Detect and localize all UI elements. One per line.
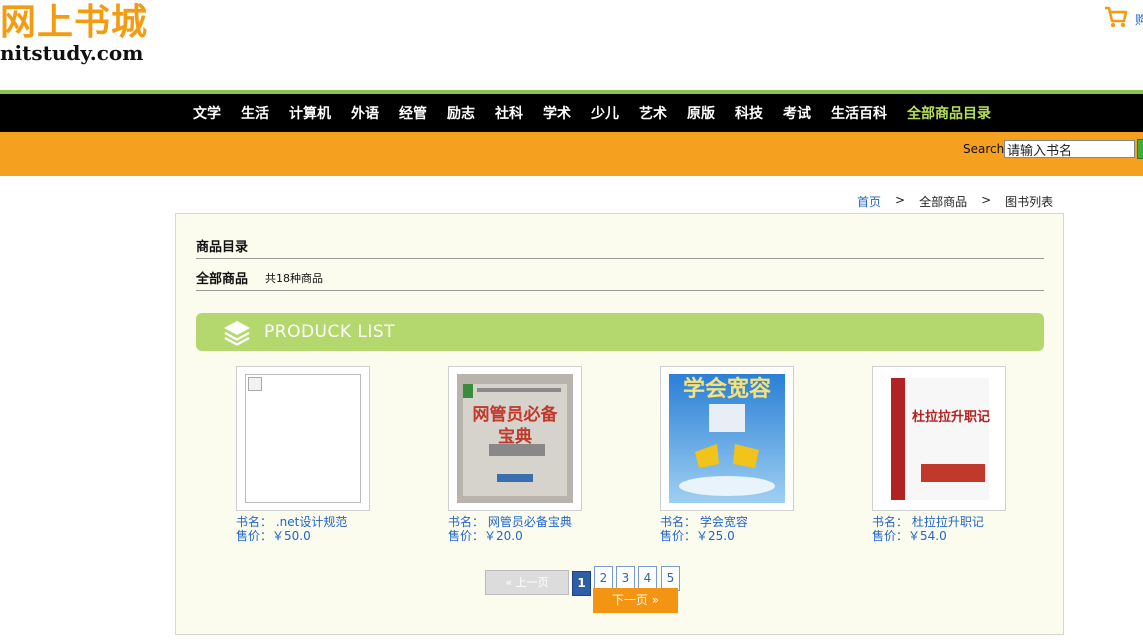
nav-item-technology[interactable]: 科技 [725, 103, 773, 123]
nav-item-all-catalog[interactable]: 全部商品目录 [897, 103, 1001, 123]
goods-count: 共18种商品 [265, 272, 323, 285]
nav-item-life[interactable]: 生活 [231, 103, 279, 123]
shopping-cart-icon [1105, 6, 1128, 28]
nav-item-computer[interactable]: 计算机 [279, 103, 341, 123]
product-panel: 商品目录 全部商品 共18种商品 PRODUCK LIST 书名： .net设计… [175, 213, 1064, 635]
search-input[interactable] [1004, 140, 1135, 158]
breadcrumb-all-goods[interactable]: 全部商品 [919, 193, 967, 210]
layers-icon [224, 321, 250, 346]
product-card: 学会宽容 书名： 学会宽容 售价：￥25.0 [660, 366, 810, 546]
breadcrumb-current: 图书列表 [1005, 195, 1054, 209]
nav-item-art[interactable]: 艺术 [629, 103, 677, 123]
book-cover-image: 学会宽容 [669, 374, 785, 503]
double-chevron-right-icon: » [651, 593, 660, 607]
main-nav: 文学 生活 计算机 外语 经管 励志 社科 学术 少儿 艺术 原版 科技 考试 … [0, 94, 1143, 132]
nav-item-management[interactable]: 经管 [389, 103, 437, 123]
nav-list: 文学 生活 计算机 外语 经管 励志 社科 学术 少儿 艺术 原版 科技 考试 … [183, 94, 1001, 132]
book-cover-title: 学会宽容 [682, 376, 771, 402]
divider [196, 290, 1044, 291]
product-thumbnail[interactable]: 网管员必备宝典 [448, 366, 582, 511]
nav-item-life-encyclopedia[interactable]: 生活百科 [821, 103, 897, 123]
book-cover-title: 网管员必备宝典 [472, 405, 558, 447]
product-price: 售价：￥54.0 [872, 529, 947, 543]
nav-item-exam[interactable]: 考试 [773, 103, 821, 123]
search-label: Search [963, 142, 1005, 156]
product-card: 网管员必备宝典 书名： 网管员必备宝典 售价：￥20.0 [448, 366, 598, 546]
site-logo-title[interactable]: 网上书城 [0, 2, 148, 42]
product-thumbnail[interactable]: 杜拉拉升职记 [872, 366, 1006, 511]
breadcrumb: 首页 > 全部商品 > 图书列表 [857, 193, 1053, 210]
product-card: 书名： .net设计规范 售价：￥50.0 [236, 366, 386, 546]
cart-label: 购 [1135, 13, 1143, 27]
nav-item-literature[interactable]: 文学 [183, 103, 231, 123]
nav-item-children[interactable]: 少儿 [581, 103, 629, 123]
breadcrumb-separator: > [895, 193, 906, 207]
broken-image-icon [245, 374, 361, 503]
product-price: 售价：￥50.0 [236, 529, 311, 543]
breadcrumb-home[interactable]: 首页 [857, 193, 881, 210]
nav-item-foreign-language[interactable]: 外语 [341, 103, 389, 123]
breadcrumb-separator: > [981, 193, 992, 207]
nav-item-inspiration[interactable]: 励志 [437, 103, 485, 123]
divider [196, 258, 1044, 259]
nav-item-academic[interactable]: 学术 [533, 103, 581, 123]
nav-item-social-science[interactable]: 社科 [485, 103, 533, 123]
all-goods-label: 全部商品 [196, 272, 249, 287]
page-number-1[interactable]: 1 [572, 571, 591, 596]
product-card: 杜拉拉升职记 书名： 杜拉拉升职记 售价：￥54.0 [872, 366, 1022, 546]
search-bar: Search [0, 132, 1143, 176]
next-page-label: 下一页 [611, 593, 648, 607]
product-thumbnail[interactable]: 学会宽容 [660, 366, 794, 511]
product-list-label: PRODUCK LIST [264, 322, 396, 342]
catalog-title: 商品目录 [196, 240, 249, 255]
product-price: 售价：￥20.0 [448, 529, 523, 543]
product-price: 售价：￥25.0 [660, 529, 735, 543]
book-cover-image: 杜拉拉升职记 [881, 374, 997, 503]
previous-page-button[interactable]: « 上一页 [485, 570, 569, 595]
book-cover-title: 杜拉拉升职记 [911, 410, 990, 425]
image-placeholder-icon [248, 377, 262, 391]
next-page-button[interactable]: 下一页 » [593, 588, 678, 613]
double-chevron-left-icon: « [505, 576, 513, 589]
nav-item-original[interactable]: 原版 [677, 103, 725, 123]
cart-link[interactable]: 购 [1103, 4, 1143, 34]
search-button[interactable] [1137, 139, 1143, 159]
product-list-banner: PRODUCK LIST [196, 313, 1044, 351]
book-cover-image: 网管员必备宝典 [457, 374, 573, 503]
previous-page-label: 上一页 [515, 576, 549, 589]
product-thumbnail[interactable] [236, 366, 370, 511]
site-logo-domain: nitstudy.com [0, 41, 144, 65]
